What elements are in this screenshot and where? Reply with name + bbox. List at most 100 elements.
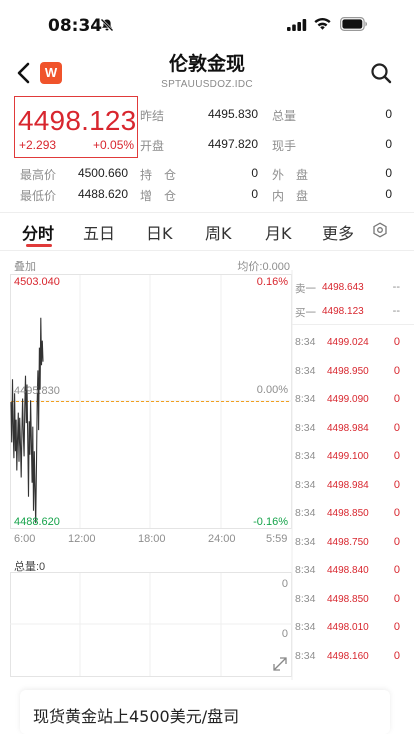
tick-time: 8:34 [295,479,316,491]
stat-label: 持 仓 [140,168,177,182]
stat-value: 4488.620 [77,187,128,201]
intraday-chart[interactable] [0,270,414,680]
stat-value: 0 [251,166,258,180]
ask-volume: -- [392,281,400,293]
stat-label: 总量 [272,109,297,123]
tick-price: 4498.010 [327,622,369,633]
tick-price: 4499.100 [327,451,369,462]
cellular-signal-icon [287,19,307,31]
tick-volume: 0 [393,365,400,377]
tick-time: 8:34 [295,621,316,633]
divider [0,250,414,251]
volume-axis-bottom: 0 [281,628,288,640]
stat-label: 最低价 [20,189,57,203]
page-title: 伦敦金现 [168,53,245,75]
stat-label: 昨结 [140,109,165,123]
tick-time: 8:34 [295,336,316,348]
tick-price: 4498.850 [327,508,369,519]
tick-time: 8:34 [295,393,316,405]
tick-time: 8:34 [295,536,316,548]
tab-monthly-k[interactable]: 月K [265,220,292,244]
battery-icon [340,17,367,31]
tab-more[interactable]: 更多 [322,220,354,244]
tab-intraday[interactable]: 分时 [22,220,54,244]
stat-value: 4497.820 [207,137,258,151]
stat-label: 内 盘 [272,189,309,203]
stat-value: 0 [251,187,258,201]
tick-volume: 0 [393,507,400,519]
tab-five-day[interactable]: 五日 [83,220,115,244]
stat-value: 0 [385,137,392,151]
bell-muted-icon [100,18,114,32]
tick-price: 4498.750 [327,537,369,548]
tick-price: 4498.850 [327,594,369,605]
tick-time: 8:34 [295,450,316,462]
tick-volume: 0 [393,564,400,576]
tick-volume: 0 [393,336,400,348]
tick-time: 8:34 [295,564,316,576]
stat-value: 0 [385,187,392,201]
tick-volume: 0 [393,393,400,405]
x-tick: 18:00 [138,533,166,545]
divider [0,212,414,213]
tick-price: 4499.024 [327,337,369,348]
stat-value: 4495.830 [207,107,258,121]
divider [292,324,414,325]
tick-price: 4498.984 [327,423,369,434]
stat-label: 开盘 [140,139,165,153]
tab-daily-k[interactable]: 日K [146,220,173,244]
symbol-code: SPTAUUSDOZ.IDC [161,79,253,90]
bid-volume: -- [392,305,400,317]
stat-value: 4500.660 [77,166,128,180]
settings-hexagon-icon[interactable] [372,222,388,238]
x-tick: 12:00 [68,533,96,545]
y-axis-top-pct: 0.16% [256,276,288,288]
ask-label: 卖一 [295,283,316,295]
tick-time: 8:34 [295,593,316,605]
y-axis-bottom-price: 4488.620 [14,516,60,528]
tick-time: 8:34 [295,365,316,377]
tick-volume: 0 [393,593,400,605]
tick-price: 4498.984 [327,480,369,491]
stat-value: 0 [385,107,392,121]
stat-value: 0 [385,166,392,180]
tick-price: 4498.840 [327,565,369,576]
ask-price: 4498.643 [322,282,364,293]
stat-label: 现手 [272,139,297,153]
last-price: 4498.123 [18,105,137,136]
tick-volume: 0 [393,621,400,633]
tick-time: 8:34 [295,507,316,519]
bid-price: 4498.123 [322,306,364,317]
y-axis-mid-pct: 0.00% [256,384,288,396]
expand-icon[interactable] [272,656,288,672]
status-time: 08:34 [48,16,103,36]
tick-time: 8:34 [295,422,316,434]
tick-volume: 0 [393,422,400,434]
search-icon[interactable] [369,61,393,85]
tick-volume: 0 [393,450,400,462]
bid-label: 买一 [295,307,316,319]
price-line [10,317,44,524]
stat-label: 最高价 [20,168,57,182]
tick-volume: 0 [393,650,400,662]
x-tick: 24:00 [208,533,236,545]
volume-total-label: 总量:0 [14,561,46,573]
wifi-icon [314,17,331,30]
stat-label: 增 仓 [140,189,177,203]
volume-axis-top: 0 [281,578,288,590]
x-tick: 6:00 [14,533,36,545]
tick-volume: 0 [393,536,400,548]
stat-label: 外 盘 [272,168,309,182]
x-tick: 5:59 [266,533,288,545]
tick-price: 4498.160 [327,651,369,662]
tab-active-indicator [26,244,52,247]
y-axis-bottom-pct: -0.16% [253,516,288,528]
news-headline[interactable]: 现货黄金站上4500美元/盘司 [33,703,239,727]
tick-volume: 0 [393,479,400,491]
tab-weekly-k[interactable]: 周K [205,220,232,244]
tick-price: 4499.090 [327,394,369,405]
tick-price: 4498.950 [327,366,369,377]
tick-time: 8:34 [295,650,316,662]
price-change-pct: +0.05% [93,138,135,152]
price-change: +2.293 [19,138,57,152]
